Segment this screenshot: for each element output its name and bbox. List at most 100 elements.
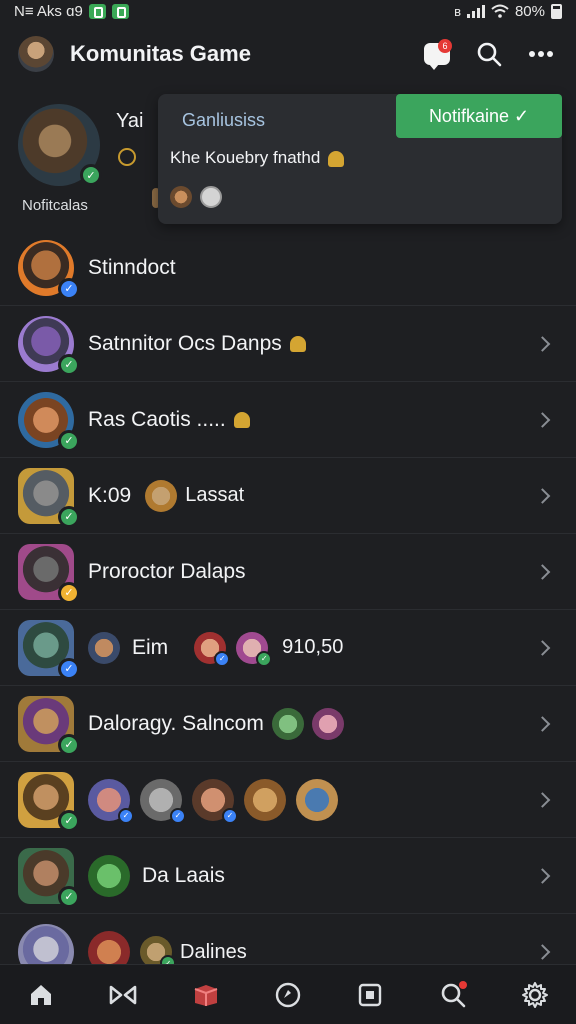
verified-badge-icon: ✓: [58, 429, 80, 452]
list-item[interactable]: ✓ Daloragy. Salncom: [0, 686, 576, 762]
store-icon: [194, 984, 218, 1006]
list-item[interactable]: ✓ Ras Caotis .....: [0, 382, 576, 458]
nav-games[interactable]: [103, 975, 143, 1015]
list-item[interactable]: ✓ ✓ ✓ ✓: [0, 762, 576, 838]
verified-badge-icon: ✓: [58, 581, 80, 604]
mini-avatar: [244, 778, 286, 821]
bottom-nav: [0, 964, 576, 1024]
verified-badge-icon: ✓: [170, 807, 186, 824]
avatar: ✓: [18, 847, 80, 908]
avatar: ✓: [18, 467, 80, 528]
profile-avatar[interactable]: ✓: [18, 104, 102, 186]
battery-percent: 80%: [514, 2, 545, 20]
notification-popup[interactable]: Ganliusiss Notifkaine ✓ Khe Kouebry fnat…: [158, 94, 562, 224]
verified-badge-icon: ✓: [118, 807, 134, 824]
list-item-name: K:09: [88, 483, 132, 507]
mini-avatar: [88, 854, 130, 897]
bell-icon: [328, 150, 345, 167]
chevron-right-icon: [534, 487, 551, 504]
list-item[interactable]: ✓ Proroctor Dalaps: [0, 534, 576, 610]
list-item-name: Da Laais: [142, 863, 225, 887]
mini-avatar: [271, 707, 304, 740]
page-title: Komunitas Game: [70, 41, 251, 66]
nav-settings[interactable]: [515, 975, 555, 1015]
app-header: Komunitas Game 6: [0, 28, 576, 80]
list-item[interactable]: ✓ K:09 Lassat: [0, 458, 576, 534]
chat-button[interactable]: 6: [420, 37, 454, 71]
notification-message: Khe Kouebry fnathd: [170, 148, 345, 168]
profile-label: Nofitcalas: [22, 197, 88, 214]
avatar: ✓: [18, 619, 80, 680]
status-carrier-text: N≡ Aks ɑ9: [14, 2, 83, 20]
nav-store[interactable]: [186, 975, 226, 1015]
mini-avatar: ✓: [140, 778, 186, 824]
list-item[interactable]: ✓ Stinndoct: [0, 230, 576, 306]
avatar: ✓: [18, 771, 80, 832]
coin-icon: [118, 148, 136, 166]
chevron-right-icon: [534, 715, 551, 732]
nav-search[interactable]: [433, 975, 473, 1015]
notification-message-text: Khe Kouebry fnathd: [170, 148, 321, 167]
battery-icon: [551, 3, 562, 19]
verified-badge-icon: ✓: [58, 809, 80, 832]
verified-badge-icon: ✓: [222, 807, 238, 824]
more-options-button[interactable]: [524, 37, 558, 71]
list-item-name: Satnnitor Ocs Danps: [88, 332, 306, 356]
chevron-right-icon: [534, 791, 551, 808]
avatar: ✓: [18, 543, 80, 604]
notification-subtitle: Ganliusiss: [182, 110, 266, 130]
chat-badge: 6: [438, 39, 452, 53]
more-horizontal-icon: [529, 51, 553, 57]
list-item-name: Daloragy. Salncom: [88, 711, 264, 735]
chevron-right-icon: [534, 411, 551, 428]
search-button[interactable]: [472, 37, 506, 71]
list-item-name: Eim: [132, 635, 169, 659]
user-avatar[interactable]: [18, 36, 54, 72]
mini-avatar: [88, 631, 120, 664]
bluetooth-icon: ʙ: [454, 3, 461, 19]
list-item-extra: 910,50: [282, 636, 344, 658]
chevron-right-icon: [534, 335, 551, 352]
chevron-right-icon: [534, 639, 551, 656]
mini-avatar: ✓: [194, 631, 231, 667]
message-square-icon: [359, 983, 382, 1006]
app-notification-icon: [88, 3, 106, 19]
notification-dot: [458, 980, 467, 989]
mini-avatar: [311, 707, 344, 740]
verified-badge-icon: ✓: [58, 885, 80, 908]
notification-button[interactable]: Notifkaine ✓: [396, 94, 562, 138]
nav-explore[interactable]: [268, 975, 308, 1015]
list-item-name: Ras Caotis .....: [88, 408, 250, 432]
list-item-extra: Lassat: [185, 484, 245, 506]
notification-avatar: [170, 186, 192, 208]
gear-icon: [521, 981, 548, 1008]
home-icon: [31, 984, 52, 1005]
avatar: ✓: [18, 239, 80, 300]
mini-avatar: [145, 479, 178, 512]
nav-home[interactable]: [21, 975, 61, 1015]
verified-badge-icon: ✓: [80, 164, 102, 186]
mini-avatar: ✓: [192, 778, 238, 824]
compass-icon: [275, 982, 301, 1007]
bowtie-icon: [110, 985, 137, 1004]
status-bar: N≡ Aks ɑ9 ʙ 80%: [0, 0, 576, 22]
nav-messages[interactable]: [350, 975, 390, 1015]
bell-icon: [289, 335, 306, 352]
signal-icon: [466, 4, 485, 18]
mini-avatar: [296, 778, 338, 821]
list-item-name: Stinndoct: [88, 255, 176, 279]
list-item[interactable]: ✓ Da Laais: [0, 838, 576, 914]
avatar: ✓: [18, 391, 80, 452]
list-item-extra: Dalines: [180, 940, 247, 963]
search-icon: [477, 42, 502, 67]
community-list: ✓ Stinndoct ✓ Satnnitor Ocs Danps ✓ Ras …: [0, 230, 576, 990]
list-item[interactable]: ✓ Satnnitor Ocs Danps: [0, 306, 576, 382]
bell-icon: [233, 411, 250, 428]
verified-badge-icon: ✓: [214, 650, 231, 667]
avatar: ✓: [18, 315, 80, 376]
wifi-icon: [491, 4, 509, 18]
verified-badge-icon: ✓: [58, 657, 80, 680]
verified-badge-icon: ✓: [58, 353, 80, 376]
list-item[interactable]: ✓ Eim ✓ ✓ 910,50: [0, 610, 576, 686]
verified-badge-icon: ✓: [58, 277, 80, 300]
